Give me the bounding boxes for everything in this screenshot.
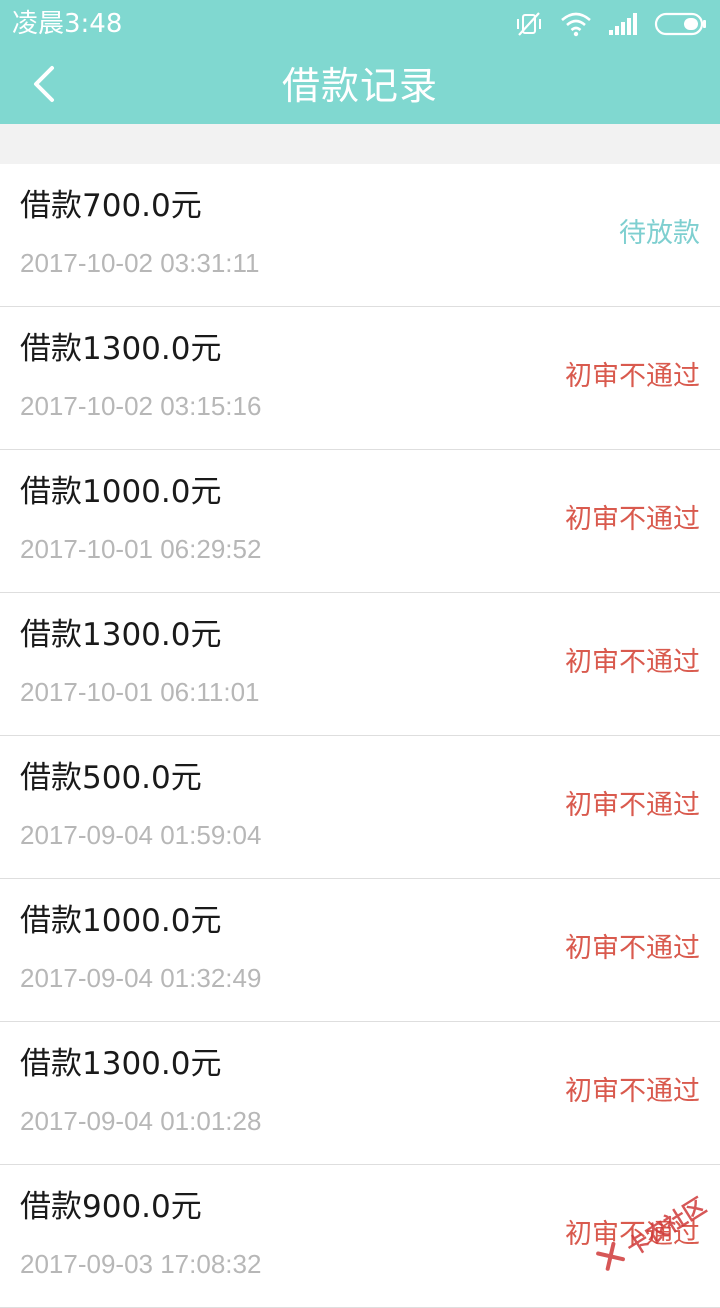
loan-record-row[interactable]: 借款1300.0元 2017-10-01 06:11:01 初审不通过 [0, 593, 720, 736]
loan-timestamp: 2017-09-04 01:59:04 [20, 818, 261, 852]
status-bar: 凌晨3:48 [0, 0, 720, 48]
loan-timestamp: 2017-09-04 01:32:49 [20, 961, 261, 995]
loan-amount: 借款700.0元 [20, 186, 202, 226]
loan-timestamp: 2017-10-01 06:11:01 [20, 675, 260, 709]
loan-record-list: 借款700.0元 2017-10-02 03:31:11 待放款借款1300.0元 2… [0, 164, 720, 1308]
battery-icon [654, 11, 708, 37]
loan-record-row[interactable]: 借款1000.0元 2017-10-01 06:29:52 初审不通过 [0, 450, 720, 593]
loan-timestamp: 2017-09-04 01:01:28 [20, 1104, 261, 1138]
vibrate-off-icon [514, 10, 544, 38]
loan-amount: 借款1000.0元 [20, 472, 221, 512]
loan-status: 初审不通过 [565, 645, 700, 681]
loan-timestamp: 2017-10-02 03:15:16 [20, 389, 261, 423]
loan-timestamp: 2017-10-01 06:29:52 [20, 532, 261, 566]
loan-amount: 借款900.0元 [20, 1187, 202, 1227]
loan-amount: 借款1300.0元 [20, 329, 221, 369]
loan-amount: 借款500.0元 [20, 758, 202, 798]
loan-status: 初审不通过 [565, 1074, 700, 1110]
loan-record-row[interactable]: 借款500.0元 2017-09-04 01:59:04 初审不通过 [0, 736, 720, 879]
loan-amount: 借款1000.0元 [20, 901, 221, 941]
loan-amount: 借款1300.0元 [20, 615, 221, 655]
loan-status: 初审不通过 [565, 931, 700, 967]
page-title: 借款记录 [0, 58, 720, 114]
wifi-icon [560, 11, 592, 37]
loan-amount: 借款1300.0元 [20, 1044, 221, 1084]
section-spacer [0, 124, 720, 164]
loan-record-row[interactable]: 借款1300.0元 2017-09-04 01:01:28 初审不通过 [0, 1022, 720, 1165]
app-header: 凌晨3:48 [0, 0, 720, 124]
signal-icon [608, 12, 638, 36]
loan-record-row[interactable]: 借款1300.0元 2017-10-02 03:15:16 初审不通过 [0, 307, 720, 450]
status-icons [514, 10, 708, 38]
nav-bar: 借款记录 [0, 48, 720, 124]
loan-timestamp: 2017-09-03 17:08:32 [20, 1247, 261, 1281]
loan-record-row[interactable]: 借款1000.0元 2017-09-04 01:32:49 初审不通过 [0, 879, 720, 1022]
loan-record-row[interactable]: 借款700.0元 2017-10-02 03:31:11 待放款 [0, 164, 720, 307]
loan-status: 初审不通过 [565, 359, 700, 395]
loan-status: 初审不通过 [565, 788, 700, 824]
loan-record-row[interactable]: 借款900.0元2017-09-03 17:08:32初审不通过 [0, 1165, 720, 1308]
loan-status: 待放款 [619, 216, 700, 252]
status-time: 凌晨3:48 [12, 8, 122, 40]
loan-timestamp: 2017-10-02 03:31:11 [20, 246, 260, 280]
loan-status: 初审不通过 [565, 502, 700, 538]
